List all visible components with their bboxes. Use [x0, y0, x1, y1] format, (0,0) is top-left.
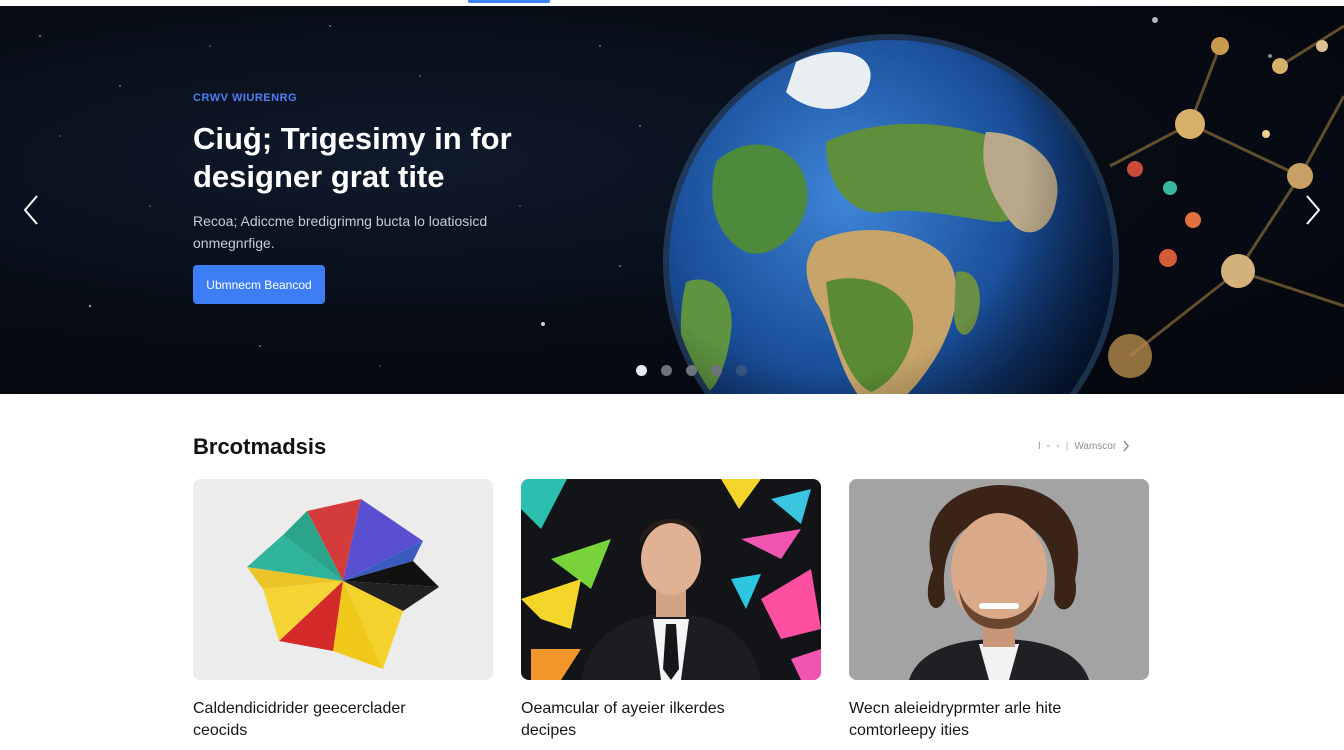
chevron-right-icon [1306, 195, 1321, 225]
carousel-dot[interactable] [661, 365, 672, 376]
carousel-dot[interactable] [736, 365, 747, 376]
content-card[interactable]: Wecn aleieidryprmter arle hite comtorlee… [849, 479, 1149, 742]
card-thumbnail-portrait [849, 479, 1149, 680]
card-thumbnail-star-graphic [193, 479, 493, 680]
carousel-pagination [636, 365, 747, 376]
pager-dot-icon: ◦ [1056, 440, 1060, 452]
carousel-next-button[interactable] [1298, 190, 1328, 230]
section-title: Brcotmadsis [193, 434, 327, 459]
card-caption: Caldendicidrider geecerclader ceocids [193, 700, 406, 739]
hero-title: Ciuġ; Trigesimy in for designer grat tit… [193, 121, 512, 194]
card-caption: Wecn aleieidryprmter arle hite comtorlee… [849, 700, 1062, 739]
divider: | [1065, 440, 1069, 452]
hero-carousel: CRWV WIURENRG Ciuġ; Trigesimy in for des… [0, 6, 1344, 394]
pager-dot-icon: ◦ [1046, 440, 1051, 452]
content-card[interactable]: Oeamcular of ayeier ilkerdes decipes [521, 479, 821, 742]
hero-subtitle: Recoa; Adiccme bredigrimng bucta lo loat… [193, 213, 488, 251]
carousel-dot[interactable] [636, 365, 647, 376]
earth-globe-image [663, 34, 1119, 394]
chevron-right-icon [1123, 440, 1130, 452]
hero-eyebrow: CRWV WIURENRG [193, 92, 298, 104]
section-nav-link[interactable]: Wamscor [1074, 441, 1116, 452]
carousel-dot[interactable] [686, 365, 697, 376]
hero-text-block: CRWV WIURENRG Ciuġ; Trigesimy in for des… [193, 92, 663, 254]
section-nav[interactable]: ǀ ◦ ◦ | Wamscor [1038, 440, 1130, 452]
smiling-man-portrait-image [849, 479, 1149, 680]
chevron-left-icon [23, 195, 38, 225]
carousel-dot[interactable] [711, 365, 722, 376]
man-suit-portrait-image [521, 479, 821, 680]
card-thumbnail-portrait [521, 479, 821, 680]
content-card[interactable]: Caldendicidrider geecerclader ceocids [193, 479, 493, 742]
active-tab-indicator [468, 0, 550, 3]
colorful-star-image [247, 499, 439, 669]
pager-dot-icon: ǀ [1038, 440, 1041, 452]
carousel-prev-button[interactable] [16, 190, 46, 230]
hero-cta-button[interactable]: Ubmnecm Beancod [193, 265, 325, 304]
card-caption: Oeamcular of ayeier ilkerdes decipes [521, 700, 725, 739]
